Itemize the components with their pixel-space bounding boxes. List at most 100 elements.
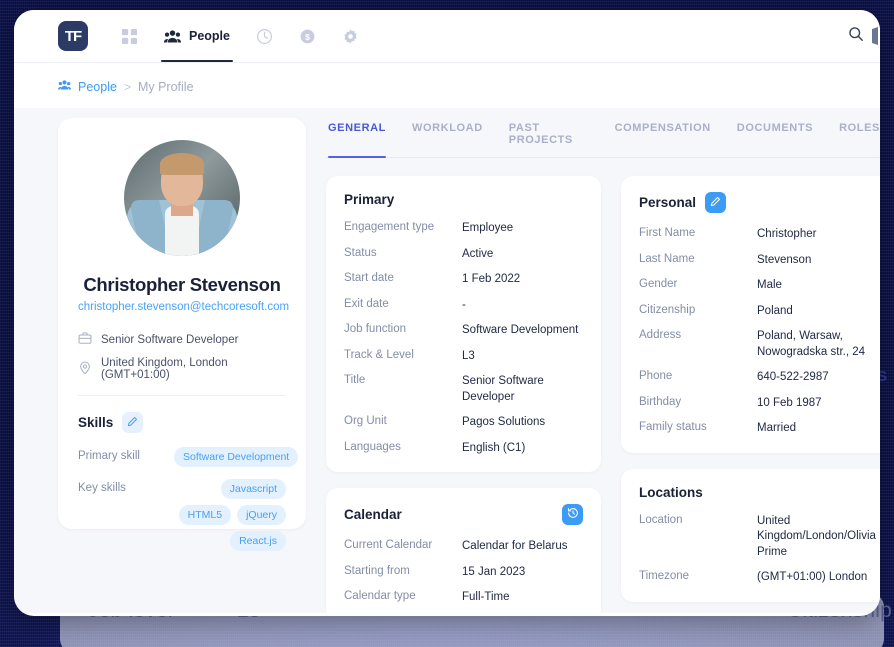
field-value: 15 Jan 2023	[462, 565, 526, 578]
table-row: Engagement type Employee	[344, 221, 583, 237]
table-row: Start date 1 Feb 2022	[344, 272, 583, 288]
profile-location: United Kingdom, London (GMT+01:00)	[101, 357, 228, 381]
field-label: Starting from	[344, 564, 410, 577]
top-bar-actions	[848, 26, 866, 47]
skill-chip[interactable]: React.js	[230, 531, 286, 551]
skill-chip[interactable]: Javascript	[220, 479, 286, 499]
svg-text:$: $	[305, 31, 310, 41]
field-value: Calendar for Belarus	[462, 540, 568, 553]
table-row: Exit date -	[344, 298, 583, 314]
field-label: Exit date	[344, 297, 389, 310]
breadcrumb-people-icon	[58, 79, 71, 94]
gear-icon	[342, 28, 359, 45]
field-value: Stevenson	[757, 253, 812, 266]
profile-location-row: United Kingdom, London (GMT+01:00)	[78, 357, 286, 381]
app-logo[interactable]: TF	[58, 21, 88, 51]
user-menu-clipped[interactable]	[872, 26, 880, 46]
people-icon	[164, 28, 181, 45]
calendar-card-header: Calendar	[344, 504, 583, 526]
field-label: Last Name	[639, 252, 695, 265]
pencil-icon	[710, 195, 721, 210]
breadcrumb-separator: >	[123, 79, 131, 94]
tab-roles[interactable]: ROLES	[839, 118, 880, 157]
tab-workload[interactable]: WORKLOAD	[412, 118, 483, 157]
field-value: 10 Feb 1987	[757, 396, 822, 409]
field-value: English (C1)	[462, 441, 526, 454]
avatar[interactable]	[124, 140, 240, 256]
field-label: Address	[639, 329, 682, 342]
field-label: First Name	[639, 227, 696, 239]
nav-item-time[interactable]	[243, 10, 286, 62]
field-label: Phone	[639, 370, 673, 383]
breadcrumb-people-link[interactable]: People	[78, 80, 117, 94]
nav-item-people-label: People	[189, 29, 230, 43]
field-label: Calendar type	[344, 590, 416, 603]
profile-divider	[78, 395, 286, 396]
field-value: Senior Software Developer	[462, 375, 544, 403]
field-label: Current Calendar	[344, 539, 433, 552]
calendar-history-button[interactable]	[562, 504, 583, 526]
edit-personal-button[interactable]	[705, 192, 727, 213]
locations-card: Locations Location United Kingdom/London…	[621, 468, 880, 602]
grid-icon	[121, 28, 138, 45]
primary-skill-row: Primary skill Software Development	[78, 447, 299, 467]
nav-item-dashboard[interactable]	[108, 10, 151, 62]
field-value: Employee	[462, 222, 514, 234]
locations-card-header: Locations	[639, 485, 878, 500]
tab-compensation[interactable]: COMPENSATION	[615, 118, 711, 157]
table-row: Location United Kingdom/London/Olivia Pr…	[639, 514, 878, 561]
nav-item-settings[interactable]	[329, 10, 372, 62]
profile-email[interactable]: christopher.stevenson@techcoresoft.com	[78, 301, 289, 313]
edit-skills-button[interactable]	[122, 412, 144, 433]
personal-card-header: Personal	[639, 192, 878, 213]
skill-chip[interactable]: HTML5	[178, 505, 232, 525]
field-label: Org Unit	[344, 415, 387, 428]
skill-chip[interactable]: Software Development	[174, 447, 299, 467]
primary-skill-chips: Software Development	[174, 447, 299, 467]
profile-meta: Senior Software Developer United Kingdom…	[78, 331, 286, 381]
key-skills-row: Key skills Javascript HTML5 jQuery React…	[78, 479, 286, 551]
field-value: Christopher	[757, 228, 817, 240]
personal-card-title: Personal	[639, 195, 697, 210]
page-body: Christopher Stevenson christopher.steven…	[14, 108, 880, 616]
field-value: Poland, Warsaw, Nowogradska str., 24	[757, 330, 866, 358]
cards-grid: Primary Engagement type Employee Status …	[326, 176, 880, 616]
clock-icon	[256, 28, 273, 45]
field-label: Status	[344, 246, 377, 259]
primary-card-title: Primary	[344, 192, 395, 207]
field-label: Languages	[344, 440, 401, 453]
field-value: L3	[462, 349, 475, 362]
table-row: Address Poland, Warsaw, Nowogradska str.…	[639, 329, 878, 360]
nav-item-people[interactable]: People	[151, 10, 243, 62]
tab-past-projects[interactable]: PAST PROJECTS	[509, 118, 589, 157]
tab-documents[interactable]: DOCUMENTS	[737, 118, 813, 157]
tab-general[interactable]: GENERAL	[328, 118, 386, 158]
field-label: Birthday	[639, 395, 682, 408]
field-value: 640-522-2987	[757, 371, 829, 384]
field-label: Citizenship	[639, 303, 696, 316]
table-row: Org Unit Pagos Solutions	[344, 415, 583, 431]
field-label: Family status	[639, 421, 707, 434]
top-navigation-bar: TF People $	[14, 10, 880, 63]
profile-job-title-row: Senior Software Developer	[78, 331, 286, 348]
field-label: Job function	[344, 323, 407, 336]
history-clock-icon	[567, 507, 579, 522]
field-label: Engagement type	[344, 221, 435, 233]
field-value: Software Development	[462, 324, 579, 337]
table-row: Phone 640-522-2987	[639, 370, 878, 386]
search-icon[interactable]	[848, 26, 864, 47]
skill-chip[interactable]: jQuery	[237, 505, 286, 525]
table-row: Languages English (C1)	[344, 441, 583, 457]
table-row: Starting from 15 Jan 2023	[344, 565, 583, 581]
table-row: First Name Christopher	[639, 227, 878, 243]
field-value: Married	[757, 422, 796, 435]
avatar-container	[78, 140, 286, 256]
pencil-icon	[127, 415, 138, 430]
page-title: Christopher Stevenson	[83, 274, 281, 295]
primary-card: Primary Engagement type Employee Status …	[326, 176, 601, 473]
field-label: Title	[344, 374, 366, 387]
personal-card: Personal First Name Christopher Last Nam…	[621, 176, 880, 453]
cards-column-right: Personal First Name Christopher Last Nam…	[621, 176, 880, 616]
nav-item-finance[interactable]: $	[286, 10, 329, 62]
profile-content: GENERAL WORKLOAD PAST PROJECTS COMPENSAT…	[326, 118, 880, 616]
